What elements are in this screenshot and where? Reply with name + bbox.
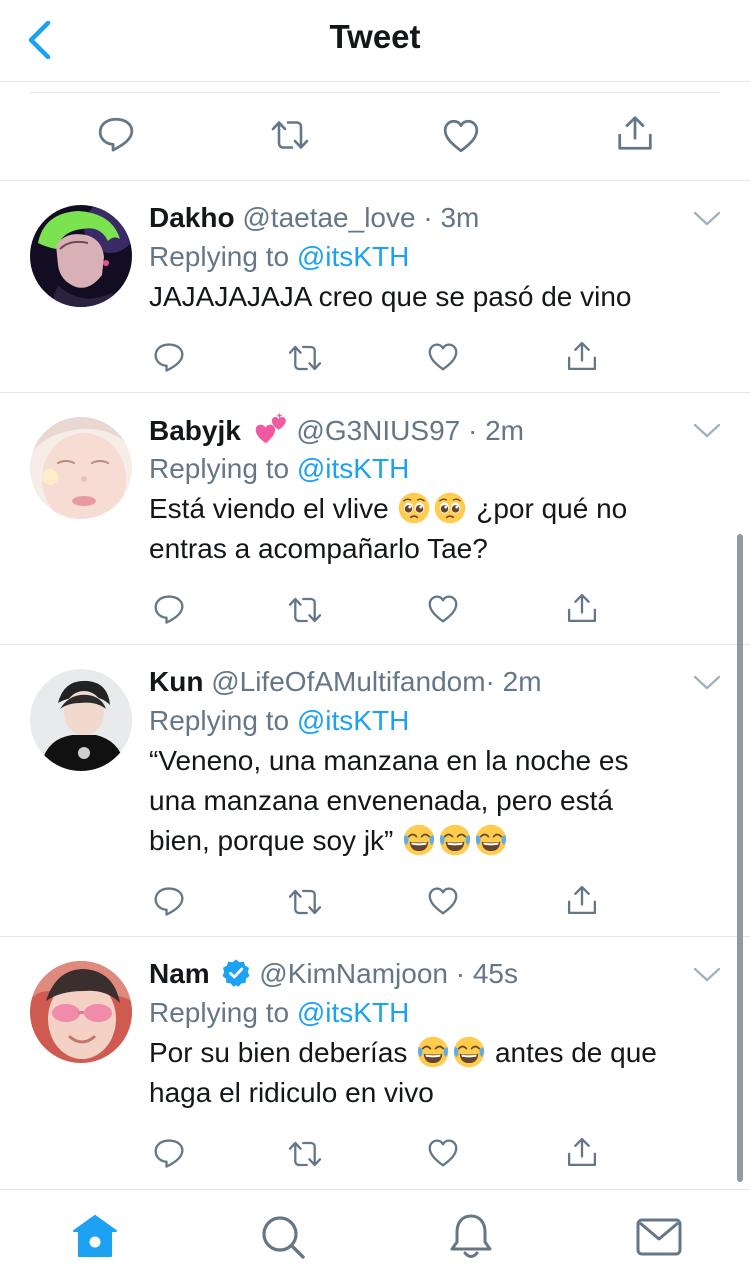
- chevron-down-icon[interactable]: [692, 965, 722, 985]
- share-icon[interactable]: [566, 883, 598, 917]
- tweet-text: “Veneno, una manzana en la noche es una …: [149, 741, 710, 861]
- timestamp: · 2m: [485, 666, 542, 697]
- retweet-icon[interactable]: [285, 887, 325, 917]
- reply-icon[interactable]: [97, 116, 135, 152]
- reply-actions: [149, 1137, 609, 1171]
- replying-label: Replying to: [149, 241, 290, 272]
- retweet-icon[interactable]: [285, 595, 325, 625]
- reply-tweet[interactable]: Dakho @taetae_love · 3m Replying to @its…: [0, 181, 750, 393]
- user-handle[interactable]: @KimNamjoon: [259, 958, 448, 989]
- timestamp: · 3m: [423, 202, 480, 233]
- tears-of-joy-emoji: [438, 823, 472, 857]
- chevron-down-icon[interactable]: [692, 673, 722, 693]
- reply-icon[interactable]: [153, 1137, 185, 1169]
- divider: [30, 92, 720, 93]
- retweet-icon[interactable]: [285, 1139, 325, 1169]
- mention-link[interactable]: @itsKTH: [297, 241, 409, 272]
- share-icon[interactable]: [616, 114, 654, 152]
- tweet-text: Está viendo el vlive ¿por qué no entras …: [149, 489, 710, 569]
- bottom-tab-bar: [0, 1189, 750, 1287]
- tweet-text-line: bien, porque soy jk”: [149, 825, 394, 856]
- tweet-text-line: Por su bien deberías: [149, 1037, 408, 1068]
- mention-link[interactable]: @itsKTH: [297, 453, 409, 484]
- chevron-down-icon[interactable]: [692, 209, 722, 229]
- display-name[interactable]: Babyjk: [149, 415, 241, 446]
- page-title: Tweet: [329, 18, 421, 55]
- replying-to: Replying to @itsKTH: [149, 701, 710, 741]
- reply-actions: [149, 341, 609, 375]
- tweet-text: Por su bien deberías antes de que haga e…: [149, 1033, 710, 1113]
- search-icon[interactable]: [258, 1212, 308, 1262]
- messages-icon[interactable]: [634, 1212, 684, 1262]
- replying-label: Replying to: [149, 705, 290, 736]
- display-name[interactable]: Kun: [149, 666, 203, 697]
- avatar[interactable]: [30, 669, 132, 771]
- retweet-icon[interactable]: [285, 343, 325, 373]
- reply-icon[interactable]: [153, 885, 185, 917]
- reply-tweet[interactable]: Babyjk @G3NIUS97 · 2m Replying to @itsKT…: [0, 393, 750, 645]
- home-icon[interactable]: [70, 1212, 120, 1262]
- tweet-text-line: ¿por qué no: [476, 493, 628, 524]
- reply-icon[interactable]: [153, 341, 185, 373]
- reply-tweet[interactable]: Nam @KimNamjoon · 45s Replying to @itsKT…: [0, 937, 750, 1189]
- chevron-down-icon[interactable]: [692, 421, 722, 441]
- like-icon[interactable]: [427, 886, 459, 916]
- tweet-text-line: una manzana envenenada, pero está: [149, 785, 613, 816]
- like-icon[interactable]: [427, 594, 459, 624]
- like-icon[interactable]: [427, 342, 459, 372]
- share-icon[interactable]: [566, 591, 598, 625]
- tweet-text-line: Está viendo el vlive: [149, 493, 389, 524]
- user-handle[interactable]: @LifeOfAMultifandom: [211, 666, 485, 697]
- tears-of-joy-emoji: [416, 1035, 450, 1069]
- like-icon[interactable]: [427, 1138, 459, 1168]
- replying-to: Replying to @itsKTH: [149, 449, 710, 489]
- mention-link[interactable]: @itsKTH: [297, 997, 409, 1028]
- share-icon[interactable]: [566, 339, 598, 373]
- avatar[interactable]: [30, 961, 132, 1063]
- replying-label: Replying to: [149, 453, 290, 484]
- replying-to: Replying to @itsKTH: [149, 993, 710, 1033]
- timestamp: · 45s: [455, 958, 518, 989]
- reply-actions: [149, 885, 609, 919]
- user-handle[interactable]: @taetae_love: [242, 202, 415, 233]
- timestamp: · 2m: [468, 415, 524, 446]
- avatar[interactable]: [30, 417, 132, 519]
- reply-actions: [149, 593, 609, 627]
- reply-tweet[interactable]: Kun @LifeOfAMultifandom· 2m Replying to …: [0, 645, 750, 937]
- like-icon[interactable]: [442, 118, 480, 154]
- user-handle[interactable]: @G3NIUS97: [296, 415, 460, 446]
- replying-to: Replying to @itsKTH: [149, 237, 710, 277]
- two-hearts-emoji: [253, 411, 289, 445]
- pleading-face-emoji: [433, 491, 467, 525]
- tweet-text-line: JAJAJAJAJA creo que se pasó de vino: [149, 281, 632, 312]
- display-name[interactable]: Nam: [149, 958, 210, 989]
- display-name[interactable]: Dakho: [149, 202, 235, 233]
- tears-of-joy-emoji: [452, 1035, 486, 1069]
- tweet-text-line: antes de que: [494, 1037, 657, 1068]
- top-nav-bar: Tweet: [0, 0, 750, 82]
- tweet-text-line: entras a acompañarlo Tae?: [149, 533, 488, 564]
- verified-badge-icon: [222, 959, 250, 987]
- mention-link[interactable]: @itsKTH: [297, 705, 409, 736]
- tweet-text-line: “Veneno, una manzana en la noche es: [149, 745, 629, 776]
- tweet-text-line: haga el ridiculo en vivo: [149, 1077, 434, 1108]
- retweet-icon[interactable]: [268, 118, 312, 152]
- avatar[interactable]: [30, 205, 132, 307]
- share-icon[interactable]: [566, 1135, 598, 1169]
- tweet-text: JAJAJAJAJA creo que se pasó de vino: [149, 277, 710, 317]
- notifications-icon[interactable]: [446, 1212, 496, 1262]
- pleading-face-emoji: [397, 491, 431, 525]
- scrollbar[interactable]: [737, 534, 743, 1182]
- main-tweet-actions: [0, 82, 750, 181]
- reply-icon[interactable]: [153, 593, 185, 625]
- tears-of-joy-emoji: [402, 823, 436, 857]
- tears-of-joy-emoji: [474, 823, 508, 857]
- replying-label: Replying to: [149, 997, 290, 1028]
